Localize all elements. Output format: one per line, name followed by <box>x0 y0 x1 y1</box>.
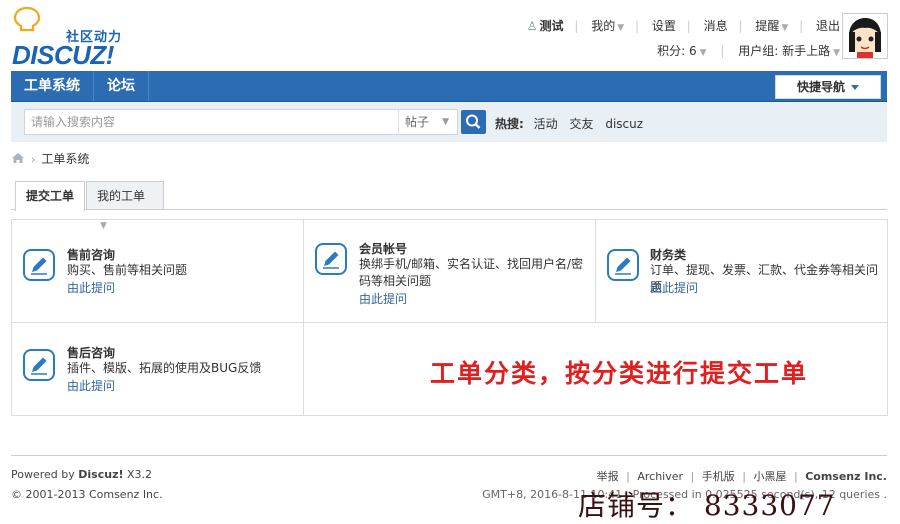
search-bar: 请输入搜索内容 帖子 ▼ 热搜: 活动 交友 discuz <box>11 102 887 142</box>
powered-prefix: Powered by <box>11 468 75 481</box>
logo[interactable]: 社区动力 DISCUZ! <box>10 4 135 70</box>
chevron-down-icon: ▼ <box>781 23 789 33</box>
category-card-presales: 售前咨询 购买、售前等相关问题 由此提问 <box>12 220 304 323</box>
chevron-down-icon: ▼ <box>833 48 840 58</box>
reminders-label: 提醒 <box>755 19 780 33</box>
breadcrumb-current[interactable]: 工单系统 <box>41 152 89 166</box>
divider: | <box>793 470 798 483</box>
footer-links: 举报 | Archiver | 手机版 | 小黑屋 | Comsenz Inc. <box>593 468 887 484</box>
logo-brand: DISCUZ! <box>12 40 114 70</box>
quick-nav-label: 快捷导航 <box>796 80 845 94</box>
ask-link[interactable]: 由此提问 <box>67 377 115 394</box>
edit-icon <box>23 249 55 281</box>
powered-by: Powered by Discuz! X3.2 <box>11 468 152 481</box>
divider: | <box>720 44 725 58</box>
messages-link[interactable]: 消息 <box>704 17 728 34</box>
hot-search: 热搜: 活动 交友 discuz <box>495 115 651 132</box>
reminders-menu[interactable]: 提醒 ▼ <box>755 17 788 34</box>
divider: | <box>686 19 691 33</box>
divider: | <box>742 470 746 483</box>
user-menu: ♙ 测试 | 我的 ▼ | 设置 | 消息 | 提醒 ▼ | 退出 <box>518 17 840 34</box>
header: 社区动力 DISCUZ! ♙ 测试 | 我的 ▼ | 设置 | 消息 | 提醒 ▼ |… <box>0 0 900 70</box>
settings-link[interactable]: 设置 <box>652 17 676 34</box>
chevron-down-icon <box>851 85 859 90</box>
ask-link[interactable]: 由此提问 <box>359 290 407 307</box>
avatar-icon <box>843 14 887 58</box>
category-card-aftersales: 售后咨询 插件、模版、拓展的使用及BUG反馈 由此提问 <box>12 323 304 415</box>
search-type-select[interactable]: 帖子 ▼ <box>398 109 458 135</box>
category-card-account: 会员帐号 换绑手机/邮箱、实名认证、找回用户名/密码等相关问题 由此提问 <box>304 220 596 323</box>
nav-item-ticket-system[interactable]: 工单系统 <box>11 71 94 101</box>
hot-word[interactable]: 交友 <box>569 117 593 131</box>
search-input[interactable]: 请输入搜索内容 <box>24 109 406 135</box>
user-link[interactable]: ♙ 测试 <box>527 17 564 34</box>
main-nav: 工单系统 论坛 快捷导航 <box>11 71 887 102</box>
hot-word[interactable]: discuz <box>605 117 643 131</box>
footer-link-comsenz[interactable]: Comsenz Inc. <box>805 470 887 483</box>
search-button[interactable] <box>461 110 486 134</box>
divider: | <box>626 470 630 483</box>
divider: | <box>574 19 579 33</box>
category-title: 售后咨询 <box>67 346 116 360</box>
chevron-down-icon: ▼ <box>442 117 449 127</box>
annotation-text: 工单分类，按分类进行提交工单 <box>430 359 809 388</box>
username: 测试 <box>539 19 564 33</box>
category-title: 财务类 <box>650 248 687 262</box>
avatar[interactable] <box>842 13 888 59</box>
category-card-finance: 财务类 订单、提现、发票、汇款、代金券等相关问题 由此提问 <box>596 220 887 323</box>
nav-item-forum[interactable]: 论坛 <box>94 71 149 101</box>
tab-my-tickets[interactable]: 我的工单▼ <box>86 181 164 231</box>
divider: | <box>690 470 695 483</box>
points-menu[interactable]: 积分: 6 ▼ <box>657 42 706 59</box>
copyright: © 2001-2013 Comsenz Inc. <box>11 488 163 501</box>
tab-submit-ticket[interactable]: 提交工单 <box>15 181 86 211</box>
category-title: 售前咨询 <box>67 248 116 262</box>
ask-link[interactable]: 由此提问 <box>650 279 698 296</box>
breadcrumb: › 工单系统 <box>11 150 89 167</box>
footer-divider <box>11 455 887 456</box>
usergroup-menu[interactable]: 用户组: 新手上路 ▼ <box>738 42 840 59</box>
divider: | <box>799 19 804 33</box>
footer-link-report[interactable]: 举报 <box>597 470 619 483</box>
powered-brand[interactable]: Discuz! <box>78 468 123 481</box>
hot-word[interactable]: 活动 <box>534 117 558 131</box>
search-icon <box>466 114 481 129</box>
tab-bar: 提交工单 我的工单▼ <box>11 181 887 231</box>
tab-my-tickets-label: 我的工单 <box>97 189 146 203</box>
footer-link-blacklist[interactable]: 小黑屋 <box>753 470 786 483</box>
search-type-value: 帖子 <box>405 115 430 129</box>
my-menu[interactable]: 我的 ▼ <box>591 17 624 34</box>
category-desc: 换绑手机/邮箱、实名认证、找回用户名/密码等相关问题 <box>359 257 584 288</box>
user-stats: 积分: 6 ▼ | 用户组: 新手上路 ▼ <box>647 42 840 59</box>
home-icon[interactable] <box>11 152 25 167</box>
category-desc: 插件、模版、拓展的使用及BUG反馈 <box>67 361 262 375</box>
watermark-shop-id: 店铺号： 8333077 <box>578 489 836 522</box>
chevron-down-icon: ▼ <box>699 48 707 58</box>
hot-search-label: 热搜: <box>495 117 524 131</box>
logout-link[interactable]: 退出 <box>816 17 840 34</box>
divider: | <box>738 19 743 33</box>
ask-link[interactable]: 由此提问 <box>67 279 115 296</box>
edit-icon <box>607 249 639 281</box>
points-label: 积分: 6 <box>657 44 697 58</box>
my-menu-label: 我的 <box>591 19 616 33</box>
lightbulb-logo-icon <box>13 6 41 32</box>
user-icon: ♙ <box>526 19 538 33</box>
edit-icon <box>23 349 55 381</box>
quick-nav-button[interactable]: 快捷导航 <box>775 75 881 99</box>
edit-icon <box>315 243 347 275</box>
footer-link-mobile[interactable]: 手机版 <box>702 470 735 483</box>
breadcrumb-separator: › <box>31 153 36 166</box>
category-desc: 购买、售前等相关问题 <box>67 263 188 277</box>
usergroup-label: 用户组: 新手上路 <box>738 44 831 58</box>
version: X3.2 <box>127 468 153 481</box>
footer-link-archiver[interactable]: Archiver <box>637 470 683 483</box>
divider: | <box>635 19 640 33</box>
category-title: 会员帐号 <box>359 242 408 256</box>
chevron-down-icon: ▼ <box>617 23 625 33</box>
